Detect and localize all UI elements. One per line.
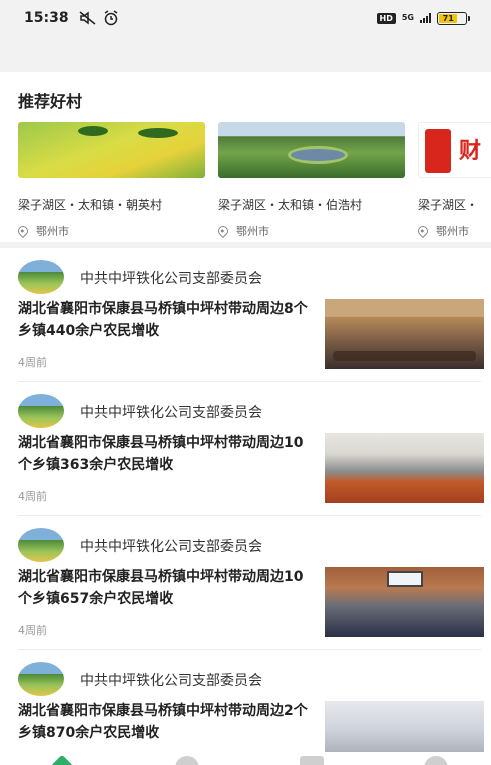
village-name: 梁子湖区・太和镇・朝英村 [18, 198, 163, 212]
network-type: 5G [401, 13, 414, 22]
location-pin-icon [15, 223, 31, 239]
news-title: 湖北省襄阳市保康县马桥镇中坪村带动周边10个乡镇363余户农民增收 [18, 435, 304, 473]
news-feed[interactable]: 中共中坪铁化公司支部委员会 湖北省襄阳市保康县马桥镇中坪村带动周边8个乡镇440… [0, 248, 491, 765]
battery-icon: 71 [437, 11, 470, 25]
village-location: 鄂州市 [215, 223, 405, 239]
org-name: 中共中坪铁化公司支部委员会 [80, 673, 262, 689]
status-icons-left [79, 10, 119, 26]
location-pin-icon [215, 223, 231, 239]
village-image: 财 [418, 122, 491, 178]
avatar [18, 260, 64, 294]
village-image [18, 122, 205, 178]
org-name: 中共中坪铁化公司支部委员会 [80, 271, 262, 287]
village-city: 鄂州市 [236, 225, 269, 238]
section-title: 推荐好村 [18, 92, 83, 111]
tab-icon[interactable] [300, 756, 324, 765]
news-time: 4周前 [18, 490, 47, 503]
status-bar: 15:38 HD 5G 71 [0, 0, 491, 36]
tab-icon[interactable] [424, 756, 448, 765]
status-time: 15:38 [24, 10, 69, 26]
news-time: 4周前 [18, 356, 47, 369]
news-item[interactable]: 中共中坪铁化公司支部委员会 湖北省襄阳市保康县马桥镇中坪村带动周边2个乡镇870… [0, 650, 491, 765]
status-right: HD 5G 71 [376, 11, 470, 25]
news-item[interactable]: 中共中坪铁化公司支部委员会 湖北省襄阳市保康县马桥镇中坪村带动周边8个乡镇440… [0, 248, 491, 382]
news-item[interactable]: 中共中坪铁化公司支部委员会 湖北省襄阳市保康县马桥镇中坪村带动周边10个乡镇65… [0, 516, 491, 650]
avatar [18, 662, 64, 696]
village-city: 鄂州市 [36, 225, 69, 238]
village-image [218, 122, 405, 178]
news-title: 湖北省襄阳市保康县马桥镇中坪村带动周边2个乡镇870余户农民增收 [18, 703, 308, 741]
village-name: 梁子湖区・ [418, 198, 479, 212]
village-carousel[interactable]: 梁子湖区・太和镇・朝英村 鄂州市 梁子湖区・太和镇・伯浩村 鄂州市 财 梁子湖区… [15, 122, 491, 239]
village-image-text: 财 [459, 139, 482, 164]
news-time: 4周前 [18, 624, 47, 637]
news-thumbnail [325, 433, 484, 503]
signal-icon [420, 13, 431, 23]
recommend-section: 推荐好村 梁子湖区・太和镇・朝英村 鄂州市 梁子湖区・太和镇・伯浩村 鄂州市 财… [0, 72, 491, 242]
bottom-tab-bar [0, 752, 491, 765]
tab-icon[interactable] [175, 756, 199, 765]
hd-badge: HD [376, 12, 396, 24]
mute-icon [79, 11, 96, 25]
avatar [18, 528, 64, 562]
news-thumbnail [325, 299, 484, 369]
news-thumbnail [325, 567, 484, 637]
avatar [18, 394, 64, 428]
home-tab-icon[interactable] [50, 754, 74, 765]
location-pin-icon [418, 223, 431, 239]
battery-level: 71 [439, 13, 458, 23]
village-card[interactable]: 财 梁子湖区・ 鄂州市 [418, 122, 491, 239]
village-name: 梁子湖区・太和镇・伯浩村 [218, 198, 363, 212]
news-title: 湖北省襄阳市保康县马桥镇中坪村带动周边8个乡镇440余户农民增收 [18, 301, 308, 339]
village-city: 鄂州市 [436, 225, 469, 238]
village-card[interactable]: 梁子湖区・太和镇・伯浩村 鄂州市 [215, 122, 405, 239]
news-item[interactable]: 中共中坪铁化公司支部委员会 湖北省襄阳市保康县马桥镇中坪村带动周边10个乡镇36… [0, 382, 491, 516]
org-name: 中共中坪铁化公司支部委员会 [80, 539, 262, 555]
org-name: 中共中坪铁化公司支部委员会 [80, 405, 262, 421]
village-location: 鄂州市 [15, 223, 205, 239]
news-title: 湖北省襄阳市保康县马桥镇中坪村带动周边10个乡镇657余户农民增收 [18, 569, 304, 607]
alarm-icon [104, 10, 117, 26]
village-location: 鄂州市 [418, 223, 491, 239]
village-card[interactable]: 梁子湖区・太和镇・朝英村 鄂州市 [15, 122, 205, 239]
